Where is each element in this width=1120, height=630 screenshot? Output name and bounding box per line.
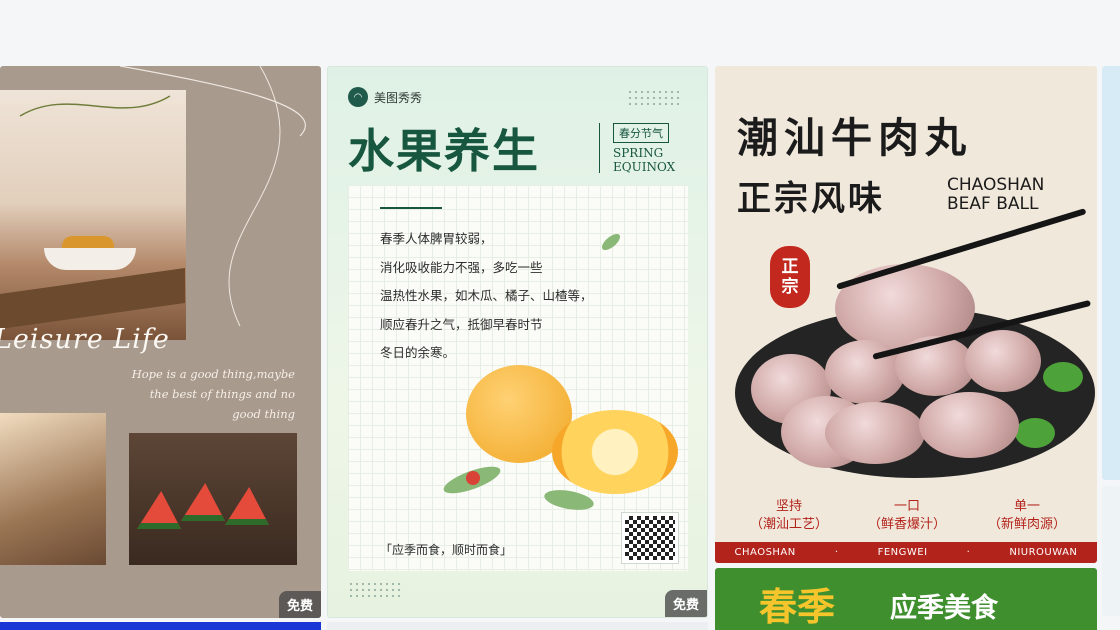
season-tag: 春分节气 xyxy=(613,123,669,143)
template-card-leisure-life[interactable]: Leisure Life Hope is a good thing,maybe … xyxy=(0,66,321,618)
watermelon-photo xyxy=(129,433,297,565)
chopstick-icon xyxy=(836,208,1087,290)
bar-dot: · xyxy=(966,547,971,558)
body-line: 温热性水果，如木瓜、橘子、山楂等， xyxy=(380,288,593,303)
body-line: 冬日的余寒。 xyxy=(380,345,456,360)
footer-bar: CHAOSHAN · FENGWEI · NIUROUWAN xyxy=(715,542,1097,563)
feature-line: 一口 xyxy=(893,499,920,514)
feature-line: （新鲜肉源） xyxy=(987,517,1066,532)
card-headline: 水果养生 xyxy=(348,124,540,178)
free-badge: 免费 xyxy=(664,590,707,617)
bar-text: CHAOSHAN xyxy=(734,547,796,558)
template-card-fruit-health[interactable]: ◠ 美图秀秀 水果养生 春分节气 SPRING EQUINOX 春季人体脾胃较弱… xyxy=(327,66,708,618)
card-headline: 潮汕牛肉丸 xyxy=(737,114,972,162)
beef-ball-icon xyxy=(919,392,1019,458)
body-line: 春季人体脾胃较弱， xyxy=(380,231,493,246)
title-en-line1: CHAOSHAN xyxy=(947,175,1045,195)
stamp-char: 宗 xyxy=(781,277,799,297)
grid-paper: 春季人体脾胃较弱， 消化吸收能力不强，多吃一些 温热性水果，如木瓜、橘子、山楂等… xyxy=(348,185,688,571)
lettuce-icon xyxy=(1043,362,1083,392)
season-tag-en-line1: SPRING xyxy=(613,146,664,160)
authentic-stamp: 正 宗 xyxy=(770,246,810,308)
season-tag-en: SPRING EQUINOX xyxy=(613,146,675,174)
feature-item: 单一 （新鲜肉源） xyxy=(977,498,1077,534)
card-subheadline: 正宗风味 xyxy=(737,179,885,219)
feature-line: 单一 xyxy=(1013,499,1040,514)
bar-text: FENGWEI xyxy=(877,547,928,558)
card-footer-text: 「应季而食，顺时而食」 xyxy=(380,543,513,557)
feature-line: （鲜香爆汁） xyxy=(867,517,946,532)
top-bar xyxy=(0,0,1120,64)
bar-dot: · xyxy=(834,547,839,558)
template-card-partial[interactable] xyxy=(327,622,708,630)
card-body-text: 春季人体脾胃较弱， 消化吸收能力不强，多吃一些 温热性水果，如木瓜、橘子、山楂等… xyxy=(380,225,670,368)
season-tag-en-line2: EQUINOX xyxy=(613,160,676,174)
brand-name: 美图秀秀 xyxy=(374,90,423,105)
body-line: 顺应春升之气，抵御早春时节 xyxy=(380,316,543,332)
leaf-icon xyxy=(542,486,596,514)
card-title: Leisure Life xyxy=(0,324,170,355)
template-card-partial[interactable] xyxy=(0,622,321,630)
feature-line: 坚持 xyxy=(775,499,802,514)
cherry-icon xyxy=(466,471,480,485)
watermelon-slice-icon xyxy=(137,491,181,529)
title-en-line2: BEAF BALL xyxy=(947,194,1039,214)
free-badge: 免费 xyxy=(278,591,321,618)
card-subheadline: 应季美食 xyxy=(890,593,998,624)
title-rule xyxy=(380,207,442,209)
watermelon-slice-icon xyxy=(225,487,269,525)
dot-pattern xyxy=(348,581,404,597)
dot-pattern xyxy=(627,89,683,105)
card-title-en: CHAOSHAN BEAF BALL xyxy=(947,176,1044,214)
divider xyxy=(599,123,600,173)
beef-ball-icon xyxy=(825,402,925,464)
qr-code-icon xyxy=(621,512,679,564)
feature-line: （潮汕工艺） xyxy=(749,517,828,532)
brand-logo: ◠ 美图秀秀 xyxy=(348,87,422,107)
meitu-logo-icon: ◠ xyxy=(348,87,368,107)
watermelon-slice-icon xyxy=(181,483,225,521)
body-line: 消化吸收能力不强，多吃一些 xyxy=(380,259,543,275)
stamp-char: 正 xyxy=(781,257,799,277)
template-card-partial[interactable] xyxy=(1102,66,1120,480)
lettuce-icon xyxy=(1015,418,1055,448)
drinks-photo xyxy=(0,413,106,565)
template-card-partial[interactable] xyxy=(1102,486,1120,616)
orange-half-icon xyxy=(552,410,678,494)
beef-ball-icon xyxy=(965,330,1041,392)
feature-item: 一口 （鲜香爆汁） xyxy=(857,498,957,534)
template-card-beef-ball[interactable]: 潮汕牛肉丸 正宗风味 CHAOSHAN BEAF BALL 正 宗 坚持 （潮汕… xyxy=(715,66,1097,563)
bar-text: NIUROUWAN xyxy=(1009,547,1078,558)
feature-item: 坚持 （潮汕工艺） xyxy=(739,498,839,534)
template-card-spring-food[interactable]: 春季 应季美食 xyxy=(715,568,1097,630)
card-quote: Hope is a good thing,maybe the best of t… xyxy=(131,367,295,421)
card-headline: 春季 xyxy=(759,585,836,629)
